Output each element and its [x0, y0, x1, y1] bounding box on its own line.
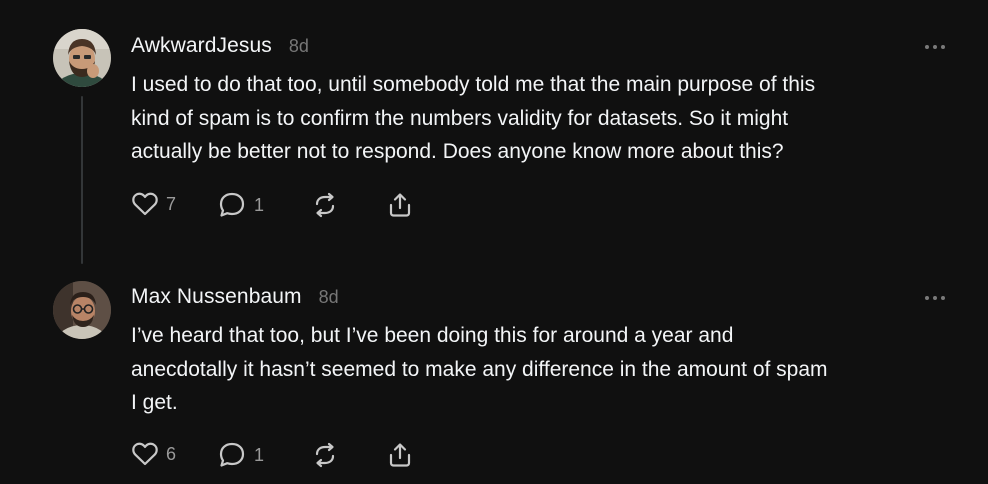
share-icon	[389, 193, 411, 217]
author-name[interactable]: Max Nussenbaum	[131, 285, 302, 309]
comment-bubble-icon	[219, 442, 245, 467]
heart-icon	[132, 192, 158, 216]
comment-text: I used to do that too, until somebody to…	[131, 73, 816, 163]
repost-icon	[315, 442, 335, 468]
author-row: AwkwardJesus 8d	[131, 34, 309, 58]
repost-button[interactable]	[311, 441, 339, 469]
reply-count: 1	[254, 194, 265, 215]
author-row: Max Nussenbaum 8d	[131, 285, 339, 309]
reply-count: 1	[254, 444, 265, 465]
heart-icon	[132, 442, 158, 466]
reply-button[interactable]: 1	[217, 191, 264, 219]
more-options-icon[interactable]	[925, 42, 947, 52]
share-button[interactable]	[386, 191, 414, 219]
repost-icon	[315, 192, 335, 218]
share-button[interactable]	[386, 441, 414, 469]
timestamp[interactable]: 8d	[289, 36, 309, 57]
like-button[interactable]: 7	[131, 191, 176, 217]
avatar-image	[53, 281, 111, 339]
thread-line	[81, 96, 83, 264]
avatar[interactable]	[53, 29, 111, 87]
like-button[interactable]: 6	[131, 441, 176, 467]
share-icon	[389, 443, 411, 467]
avatar[interactable]	[53, 281, 111, 339]
comment-text: I’ve heard that too, but I’ve been doing…	[131, 324, 828, 414]
like-count: 6	[166, 443, 177, 464]
comment-bubble-icon	[219, 192, 245, 217]
avatar-image	[53, 29, 111, 87]
author-name[interactable]: AwkwardJesus	[131, 34, 272, 58]
repost-button[interactable]	[311, 191, 339, 219]
like-count: 7	[166, 193, 177, 214]
timestamp[interactable]: 8d	[319, 287, 339, 308]
reply-button[interactable]: 1	[217, 441, 264, 469]
more-options-icon[interactable]	[925, 293, 947, 303]
